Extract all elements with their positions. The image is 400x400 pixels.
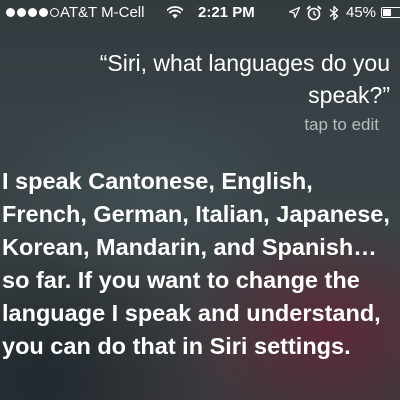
battery-percentage: 45% <box>346 4 377 21</box>
signal-dot-empty <box>50 8 59 17</box>
tap-to-edit-label[interactable]: tap to edit <box>304 115 379 135</box>
battery-level-fill <box>383 9 391 16</box>
signal-dot <box>17 8 26 17</box>
clock-time: 2:21 PM <box>198 4 255 21</box>
carrier-name: AT&T M-Cell <box>60 4 145 21</box>
siri-response-text: I speak Cantonese, English, French, Germ… <box>2 168 390 359</box>
battery-icon <box>381 7 400 18</box>
alarm-clock-icon <box>306 5 322 21</box>
wifi-icon <box>167 6 183 19</box>
signal-strength-indicator <box>6 8 59 17</box>
location-arrow-icon <box>289 7 300 18</box>
siri-query-text[interactable]: “Siri, what languages do you speak?” <box>30 47 390 111</box>
status-bar: AT&T M-Cell 2:21 PM 45% <box>0 0 400 26</box>
signal-dot <box>28 8 37 17</box>
signal-dot <box>39 8 48 17</box>
bluetooth-icon <box>329 5 339 21</box>
signal-dot <box>6 8 15 17</box>
